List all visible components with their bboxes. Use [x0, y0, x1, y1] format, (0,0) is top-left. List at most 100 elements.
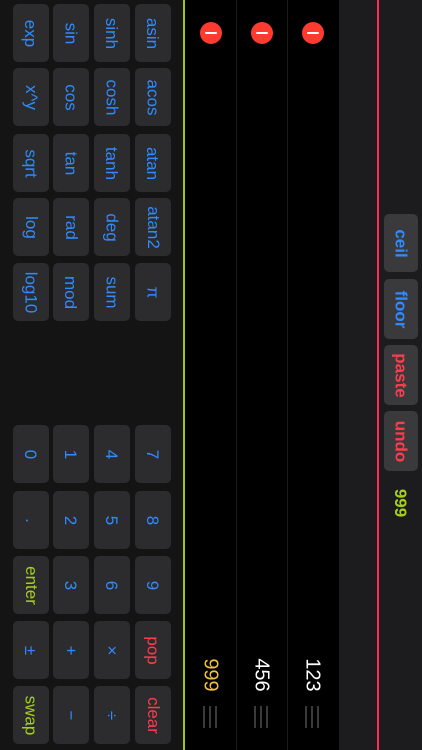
key-dot-button[interactable]: . [13, 491, 49, 549]
key-label: 2 [61, 515, 81, 525]
key-label: 8 [143, 515, 163, 525]
stack-gutter [339, 0, 377, 750]
key-6-button[interactable]: 6 [94, 556, 130, 614]
delete-icon[interactable] [302, 22, 324, 44]
stack-value[interactable]: 123 [287, 650, 338, 700]
key-cosh-button[interactable]: cosh [94, 68, 130, 126]
sidebar: ceil floor paste undo [379, 0, 422, 750]
key-label: 1 [61, 449, 81, 459]
x-register-value: 999 [391, 488, 411, 518]
key-label: sqrt [21, 148, 41, 178]
key-label: 7 [143, 449, 163, 459]
key-deg-button[interactable]: deg [94, 198, 130, 256]
key-sum-button[interactable]: sum [94, 263, 130, 321]
key-label: sum [102, 275, 122, 309]
key-label: exp [21, 19, 41, 47]
key-9-button[interactable]: 9 [135, 556, 171, 614]
key-1-button[interactable]: 1 [53, 425, 89, 483]
key-label: mod [61, 275, 81, 309]
key-label: π [143, 286, 163, 298]
key-0-button[interactable]: 0 [13, 425, 49, 483]
key-asin-button[interactable]: asin [135, 4, 171, 62]
key-label: sin [61, 22, 81, 44]
key-label: swap [21, 695, 41, 735]
stack-row: 999 [185, 0, 236, 750]
stack-row: 456 [236, 0, 287, 750]
key-tan-button[interactable]: tan [53, 134, 89, 192]
key-swap-button[interactable]: swap [13, 686, 49, 744]
key-2-button[interactable]: 2 [53, 491, 89, 549]
key-label: rad [61, 214, 81, 240]
stack-row: 123 [287, 0, 338, 750]
stack-value[interactable]: 999 [185, 650, 236, 700]
key-sinh-button[interactable]: sinh [94, 4, 130, 62]
key-label: tanh [102, 146, 122, 180]
key-5-button[interactable]: 5 [94, 491, 130, 549]
delete-icon[interactable] [200, 22, 222, 44]
key-x-pow-y-button[interactable]: x^y [13, 68, 49, 126]
key-label: 5 [102, 515, 122, 525]
key-divide-button[interactable]: ÷ [94, 686, 130, 744]
key-label: − [61, 710, 81, 720]
key-times-button[interactable]: × [94, 621, 130, 679]
floor-button[interactable]: floor [384, 279, 418, 339]
key-plus-minus-button[interactable]: ± [13, 621, 49, 679]
key-label: log10 [21, 271, 41, 313]
key-rad-button[interactable]: rad [53, 198, 89, 256]
key-8-button[interactable]: 8 [135, 491, 171, 549]
key-log-button[interactable]: log [13, 198, 49, 256]
key-sqrt-button[interactable]: sqrt [13, 134, 49, 192]
key-exp-button[interactable]: exp [13, 4, 49, 62]
key-label: atan [143, 146, 163, 180]
stack-value[interactable]: 456 [236, 650, 287, 700]
key-label: acos [143, 79, 163, 115]
key-minus-button[interactable]: − [53, 686, 89, 744]
key-clear-button[interactable]: clear [135, 686, 171, 744]
key-pi-button[interactable]: π [135, 263, 171, 321]
key-label: cosh [102, 79, 122, 115]
key-atan-button[interactable]: atan [135, 134, 171, 192]
key-pop-button[interactable]: pop [135, 621, 171, 679]
key-label: ± [21, 645, 41, 655]
key-label: 9 [143, 580, 163, 590]
key-label: tan [61, 151, 81, 175]
key-label: x^y [21, 84, 41, 110]
key-3-button[interactable]: 3 [53, 556, 89, 614]
key-label: + [61, 645, 81, 655]
key-label: log [21, 215, 41, 239]
paste-button[interactable]: paste [384, 345, 418, 405]
key-cos-button[interactable]: cos [53, 68, 89, 126]
key-label: 3 [61, 580, 81, 590]
key-label: ÷ [102, 710, 122, 720]
key-tanh-button[interactable]: tanh [94, 134, 130, 192]
drag-handle-icon[interactable] [203, 706, 217, 728]
key-label: enter [21, 565, 41, 605]
key-plus-button[interactable]: + [53, 621, 89, 679]
key-label: cos [61, 83, 81, 111]
key-label: 0 [21, 449, 41, 459]
key-label: × [102, 645, 122, 655]
key-label: 6 [102, 580, 122, 590]
stack-display: 999 456 123 [185, 0, 339, 750]
key-label: 4 [102, 449, 122, 459]
key-label: clear [143, 696, 163, 734]
key-label: . [21, 517, 41, 523]
drag-handle-icon[interactable] [254, 706, 268, 728]
key-7-button[interactable]: 7 [135, 425, 171, 483]
key-mod-button[interactable]: mod [53, 263, 89, 321]
key-sin-button[interactable]: sin [53, 4, 89, 62]
drag-handle-icon[interactable] [305, 706, 319, 728]
key-log10-button[interactable]: log10 [13, 263, 49, 321]
key-acos-button[interactable]: acos [135, 68, 171, 126]
key-atan2-button[interactable]: atan2 [135, 198, 171, 256]
key-label: atan2 [143, 205, 163, 249]
key-label: deg [102, 212, 122, 242]
key-4-button[interactable]: 4 [94, 425, 130, 483]
delete-icon[interactable] [251, 22, 273, 44]
key-label: asin [143, 17, 163, 49]
key-label: sinh [102, 17, 122, 49]
ceil-button[interactable]: ceil [384, 214, 418, 272]
key-enter-button[interactable]: enter [13, 556, 49, 614]
undo-button[interactable]: undo [384, 411, 418, 471]
key-label: pop [143, 635, 163, 665]
